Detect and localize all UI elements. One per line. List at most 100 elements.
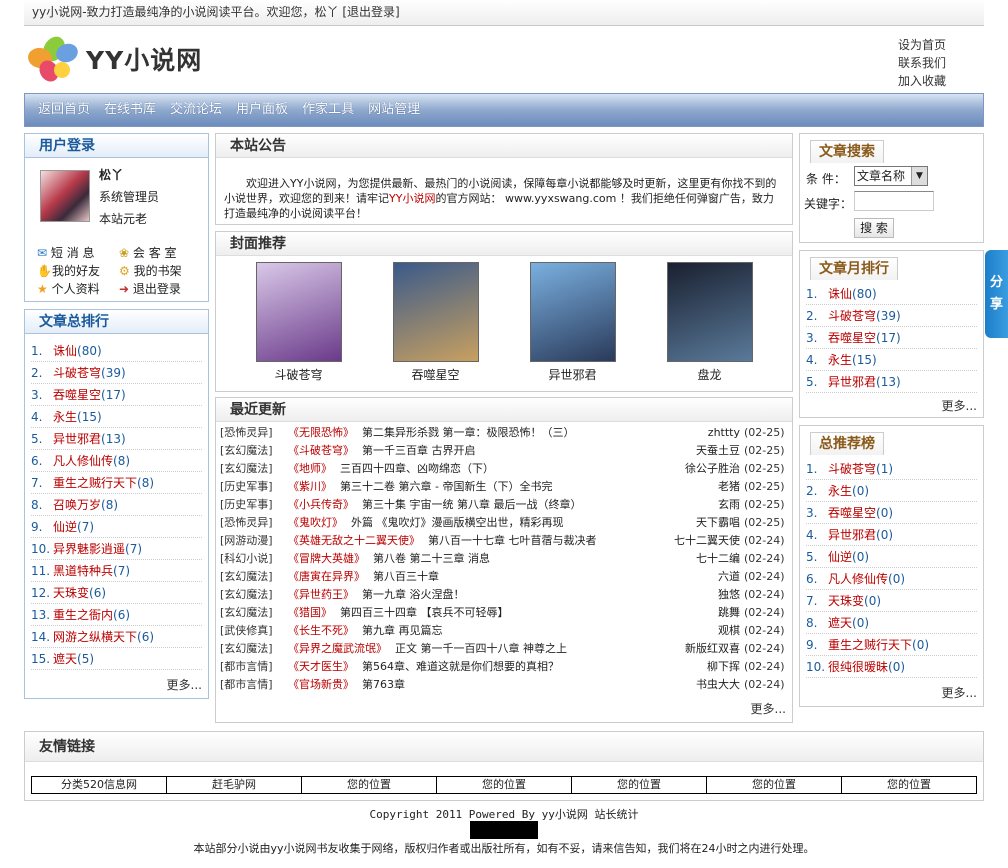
update-chapter-link[interactable]: 第八卷 第二十三章 消息 xyxy=(373,550,664,568)
update-author[interactable]: 独悠 xyxy=(664,586,740,604)
update-category[interactable]: [网游动漫] xyxy=(220,532,288,550)
update-category[interactable]: [武侠修真] xyxy=(220,622,288,640)
rank-item[interactable]: 15. 遮天(5) xyxy=(31,648,202,670)
add-favorite-link[interactable]: 加入收藏 xyxy=(898,72,946,90)
guest-room-link[interactable]: ❀ 会 客 室 xyxy=(119,244,205,262)
rank-item[interactable]: 4. 异世邪君(0) xyxy=(806,524,977,546)
cover-item[interactable]: 盘龙 xyxy=(660,262,760,383)
book-cover-image[interactable] xyxy=(666,262,753,362)
rank-item[interactable]: 5. 异世邪君(13) xyxy=(31,428,202,450)
rank-item[interactable]: 10. 异界魅影逍遥(7) xyxy=(31,538,202,560)
keyword-input[interactable] xyxy=(854,191,934,211)
cover-title[interactable]: 异世邪君 xyxy=(523,366,623,383)
update-chapter-link[interactable]: 第一千三百章 古界开启 xyxy=(362,442,664,460)
update-author[interactable]: 六道 xyxy=(664,568,740,586)
messages-link[interactable]: ✉ 短 消 息 xyxy=(37,244,119,262)
cover-item[interactable]: 吞噬星空 xyxy=(386,262,486,383)
friend-link[interactable]: 您的位置 xyxy=(302,777,437,793)
rank-item[interactable]: 3. 吞噬星空(0) xyxy=(806,502,977,524)
friend-link[interactable]: 您的位置 xyxy=(572,777,707,793)
update-author[interactable]: 七十二翼天使 xyxy=(664,532,740,550)
update-author[interactable]: 天蚕土豆 xyxy=(664,442,740,460)
update-chapter-link[interactable]: 第一九章 浴火涅盘！ xyxy=(362,586,664,604)
profile-link[interactable]: ★ 个人资料 xyxy=(37,280,119,298)
friend-link[interactable]: 您的位置 xyxy=(707,777,842,793)
nav-home[interactable]: 返回首页 xyxy=(31,94,97,126)
update-category[interactable]: [玄幻魔法] xyxy=(220,640,288,658)
update-category[interactable]: [玄幻魔法] xyxy=(220,604,288,622)
update-author[interactable]: 新版红双喜 xyxy=(664,640,740,658)
update-category[interactable]: [玄幻魔法] xyxy=(220,568,288,586)
rank-item[interactable]: 11. 黑道特种兵(7) xyxy=(31,560,202,582)
update-book-link[interactable]: 《紫川》 xyxy=(288,478,332,496)
update-book-link[interactable]: 《天才医生》 xyxy=(288,658,354,676)
update-author[interactable]: 徐公子胜治 xyxy=(664,460,740,478)
contact-us-link[interactable]: 联系我们 xyxy=(898,54,946,72)
rank-item[interactable]: 7. 重生之贼行天下(8) xyxy=(31,472,202,494)
book-cover-image[interactable] xyxy=(255,262,342,362)
friend-link[interactable]: 赶毛驴网 xyxy=(167,777,302,793)
update-chapter-link[interactable]: 第八百一十七章 七叶苜蓿与裁决者 xyxy=(428,532,664,550)
rank-item[interactable]: 5. 仙逆(0) xyxy=(806,546,977,568)
update-author[interactable]: 七十二编 xyxy=(664,550,740,568)
update-chapter-link[interactable]: 第九章 再见篇忘 xyxy=(362,622,664,640)
updates-more-link[interactable]: 更多... xyxy=(751,700,786,717)
rank-item[interactable]: 6. 凡人修仙传(8) xyxy=(31,450,202,472)
update-author[interactable]: 老猪 xyxy=(664,478,740,496)
update-chapter-link[interactable]: 第三十二卷 第六章 - 帝国新生（下）全书完 xyxy=(340,478,664,496)
total-rank-more-link[interactable]: 更多... xyxy=(167,676,202,693)
rank-item[interactable]: 1. 斗破苍穹(1) xyxy=(806,458,977,480)
rank-item[interactable]: 10. 很纯很暧昧(0) xyxy=(806,656,977,678)
update-author[interactable]: 天下霸唱 xyxy=(664,514,740,532)
update-category[interactable]: [历史军事] xyxy=(220,496,288,514)
update-category[interactable]: [历史军事] xyxy=(220,478,288,496)
update-author[interactable]: 玄雨 xyxy=(664,496,740,514)
logout-link[interactable]: ➜ 退出登录 xyxy=(119,280,205,298)
share-tab[interactable]: 分享 xyxy=(985,250,1008,338)
rank-item[interactable]: 4. 永生(15) xyxy=(31,406,202,428)
friend-link[interactable]: 您的位置 xyxy=(437,777,572,793)
rank-item[interactable]: 7. 天珠变(0) xyxy=(806,590,977,612)
nav-author-tools[interactable]: 作家工具 xyxy=(295,94,361,126)
recommend-more-link[interactable]: 更多... xyxy=(942,684,977,701)
update-chapter-link[interactable]: 第八百三十章 xyxy=(373,568,664,586)
rank-item[interactable]: 5. 异世邪君(13) xyxy=(806,371,977,393)
update-category[interactable]: [都市言情] xyxy=(220,676,288,694)
update-category[interactable]: [都市言情] xyxy=(220,658,288,676)
rank-item[interactable]: 3. 吞噬星空(17) xyxy=(806,327,977,349)
stats-badge[interactable] xyxy=(470,821,538,839)
update-category[interactable]: [玄幻魔法] xyxy=(220,460,288,478)
rank-item[interactable]: 1. 诛仙(80) xyxy=(806,283,977,305)
rank-item[interactable]: 13. 重生之衙内(6) xyxy=(31,604,202,626)
rank-item[interactable]: 9. 仙逆(7) xyxy=(31,516,202,538)
update-chapter-link[interactable]: 第二集异形杀戮 第一章：极限恐怖！（三） xyxy=(362,424,664,442)
site-name-link[interactable]: YY小说网 xyxy=(389,192,435,205)
update-book-link[interactable]: 《小兵传奇》 xyxy=(288,496,354,514)
update-author[interactable]: 柳下挥 xyxy=(664,658,740,676)
book-cover-image[interactable] xyxy=(392,262,479,362)
cover-item[interactable]: 斗破苍穹 xyxy=(249,262,349,383)
rank-item[interactable]: 2. 永生(0) xyxy=(806,480,977,502)
update-book-link[interactable]: 《唐寅在异界》 xyxy=(288,568,365,586)
update-category[interactable]: [玄幻魔法] xyxy=(220,586,288,604)
update-chapter-link[interactable]: 第763章 xyxy=(362,676,664,694)
rank-item[interactable]: 12. 天珠变(6) xyxy=(31,582,202,604)
update-book-link[interactable]: 《官场新贵》 xyxy=(288,676,354,694)
rank-item[interactable]: 9. 重生之贼行天下(0) xyxy=(806,634,977,656)
condition-select[interactable]: 文章名称 ▼ xyxy=(854,166,928,186)
update-author[interactable]: zhttty xyxy=(664,424,740,442)
rank-item[interactable]: 8. 遮天(0) xyxy=(806,612,977,634)
update-chapter-link[interactable]: 三百四十四章、凶吻绵恋（下） xyxy=(340,460,664,478)
update-category[interactable]: [玄幻魔法] xyxy=(220,442,288,460)
update-chapter-link[interactable]: 外篇 《鬼吹灯》漫画版横空出世，精彩再现 xyxy=(351,514,664,532)
rank-item[interactable]: 1. 诛仙(80) xyxy=(31,340,202,362)
update-author[interactable]: 观棋 xyxy=(664,622,740,640)
update-chapter-link[interactable]: 第564章、难道这就是你们想要的真相？ xyxy=(362,658,664,676)
update-category[interactable]: [恐怖灵异] xyxy=(220,424,288,442)
cover-title[interactable]: 斗破苍穹 xyxy=(249,366,349,383)
search-button[interactable]: 搜 索 xyxy=(854,218,894,238)
update-book-link[interactable]: 《斗破苍穹》 xyxy=(288,442,354,460)
rank-item[interactable]: 14. 网游之纵横天下(6) xyxy=(31,626,202,648)
cover-item[interactable]: 异世邪君 xyxy=(523,262,623,383)
rank-item[interactable]: 4. 永生(15) xyxy=(806,349,977,371)
